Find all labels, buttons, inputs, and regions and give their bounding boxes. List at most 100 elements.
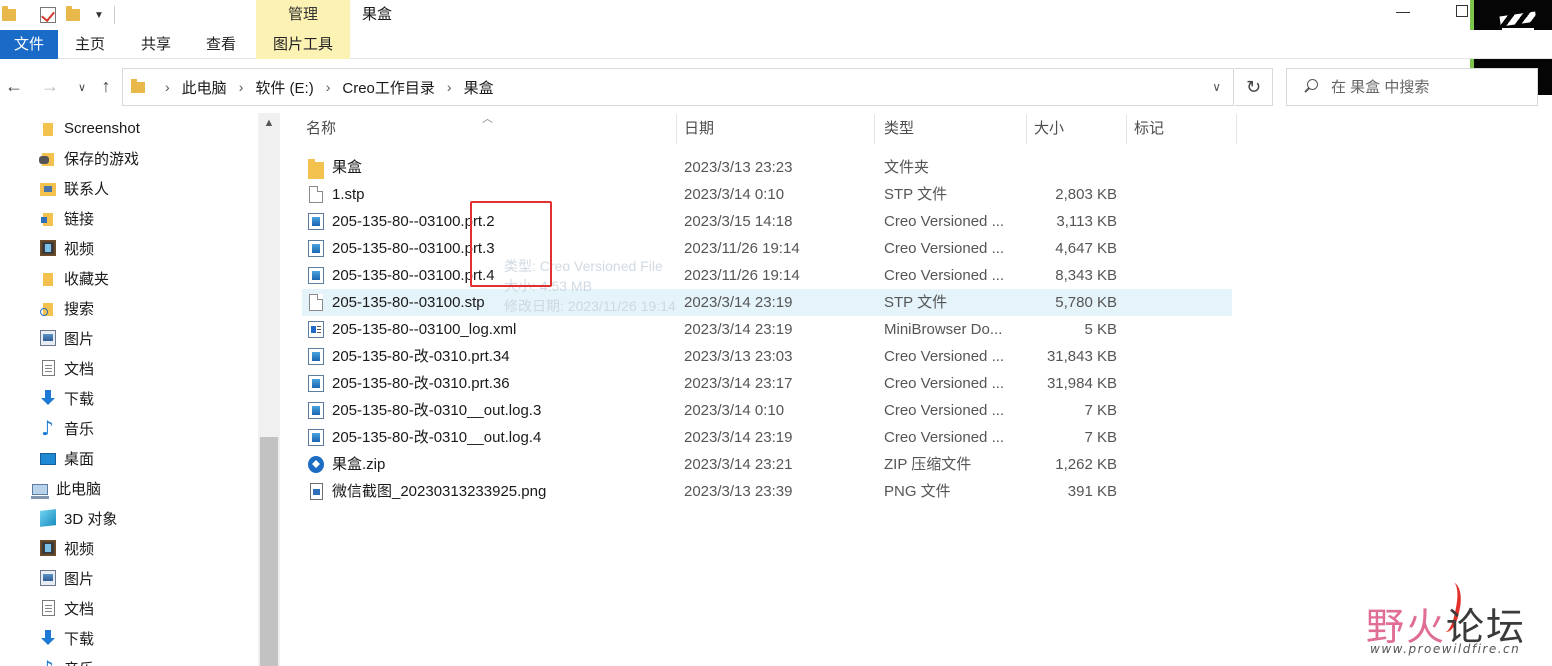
creo-file-icon xyxy=(308,348,324,365)
this-pc-icon xyxy=(31,483,49,499)
file-size: 5,780 KB xyxy=(1055,294,1117,311)
file-row[interactable]: 205-135-80-改-0310__out.log.4 2023/3/14 2… xyxy=(302,424,1232,451)
properties-icon[interactable] xyxy=(40,7,56,23)
tab-view[interactable]: 查看 xyxy=(193,30,249,59)
file-row[interactable]: 1.stp 2023/3/14 0:10 STP 文件 2,803 KB xyxy=(302,181,1232,208)
sidebar-item-label: 搜索 xyxy=(64,300,95,318)
pictures-icon xyxy=(40,570,56,586)
scroll-up-icon[interactable]: ▲ xyxy=(258,113,280,133)
sidebar-item-label: 此电脑 xyxy=(56,480,102,498)
sidebar-item-label: 收藏夹 xyxy=(64,270,110,288)
sidebar-item-this-pc[interactable]: 此电脑 xyxy=(31,473,290,503)
breadcrumb: › 此电脑 › 软件 (E:) › Creo工作目录 › 果盒 xyxy=(153,69,494,105)
file-size: 3,113 KB xyxy=(1056,213,1117,230)
documents-icon xyxy=(42,600,55,616)
scrollbar-thumb[interactable] xyxy=(260,437,278,666)
sidebar-item-label: 图片 xyxy=(64,330,95,348)
breadcrumb-current[interactable]: 果盒 xyxy=(464,77,494,98)
sidebar-item-label: 文档 xyxy=(64,360,95,378)
file-type: MiniBrowser Do... xyxy=(884,321,1003,338)
zip-file-icon xyxy=(308,456,324,473)
column-divider[interactable] xyxy=(1236,114,1237,144)
highlight-annotation xyxy=(470,201,552,287)
folder-icon xyxy=(43,122,53,136)
search-input[interactable] xyxy=(1331,69,1531,105)
maximize-button[interactable] xyxy=(1456,5,1468,17)
column-header-type[interactable]: 类型 xyxy=(880,114,1024,144)
column-header-tags[interactable]: 标记 xyxy=(1130,114,1234,144)
address-bar[interactable]: › 此电脑 › 软件 (E:) › Creo工作目录 › 果盒 ∨ xyxy=(122,68,1234,106)
toolbar-divider xyxy=(113,6,115,24)
file-row[interactable]: 205-135-80--03100_log.xml 2023/3/14 23:1… xyxy=(302,316,1232,343)
file-row[interactable]: 果盒 2023/3/13 23:23 文件夹 xyxy=(302,154,1232,181)
file-type: Creo Versioned ... xyxy=(884,375,1005,392)
manage-tab[interactable]: 管理 xyxy=(256,0,350,30)
sidebar-item-label: 下载 xyxy=(64,390,95,408)
file-type: Creo Versioned ... xyxy=(884,213,1005,230)
up-arrow-icon[interactable]: ↑ xyxy=(94,76,118,97)
breadcrumb-this-pc[interactable]: 此电脑 xyxy=(182,77,227,98)
breadcrumb-creo-workdir[interactable]: Creo工作目录 xyxy=(342,77,435,98)
file-name: 果盒 xyxy=(332,159,363,176)
minimize-button[interactable] xyxy=(1396,12,1410,13)
file-row[interactable]: 205-135-80--03100.prt.3 2023/11/26 19:14… xyxy=(302,235,1232,262)
file-row-selected[interactable]: 205-135-80--03100.stp 2023/3/14 23:19 ST… xyxy=(302,289,1232,316)
forward-arrow-icon[interactable]: → xyxy=(38,76,62,97)
tab-file[interactable]: 文件 xyxy=(0,30,58,59)
refresh-button[interactable]: ↻ xyxy=(1235,68,1273,106)
forum-watermark: 野火论坛 www.proewildfire.cn xyxy=(1366,580,1552,666)
file-row[interactable]: 果盒.zip 2023/3/14 23:21 ZIP 压缩文件 1,262 KB xyxy=(302,451,1232,478)
file-row[interactable]: 微信截图_20230313233925.png 2023/3/13 23:39 … xyxy=(302,478,1232,505)
folder-icon xyxy=(131,79,145,93)
file-name: 205-135-80-改-0310__out.log.3 xyxy=(332,402,542,419)
file-size: 1,262 KB xyxy=(1055,456,1117,473)
chevron-down-icon[interactable]: ∨ xyxy=(1212,80,1221,94)
file-row[interactable]: 205-135-80-改-0310.prt.36 2023/3/14 23:17… xyxy=(302,370,1232,397)
column-header-date[interactable]: 日期 xyxy=(680,114,874,144)
file-name: 微信截图_20230313233925.png xyxy=(332,483,547,500)
tooltip-line: 修改日期: 2023/11/26 19:14 xyxy=(504,298,676,314)
column-divider[interactable] xyxy=(676,114,677,144)
back-arrow-icon[interactable]: ← xyxy=(2,76,26,97)
chevron-right-icon[interactable]: › xyxy=(326,79,331,95)
new-folder-icon[interactable] xyxy=(66,6,80,21)
file-type: STP 文件 xyxy=(884,186,948,203)
tab-picture-tools[interactable]: 图片工具 xyxy=(256,30,350,59)
recent-locations-chevron-icon[interactable]: ∨ xyxy=(70,81,94,94)
file-date: 2023/3/14 23:17 xyxy=(684,375,793,392)
creo-file-icon xyxy=(308,267,324,284)
file-type: Creo Versioned ... xyxy=(884,267,1005,284)
file-name: 205-135-80-改-0310.prt.34 xyxy=(332,348,510,365)
file-size: 7 KB xyxy=(1084,402,1117,419)
column-header-size[interactable]: 大小 xyxy=(1030,114,1124,144)
creo-file-icon xyxy=(308,240,324,257)
chevron-right-icon[interactable]: › xyxy=(447,79,452,95)
file-row[interactable]: 205-135-80--03100.prt.4 2023/11/26 19:14… xyxy=(302,262,1232,289)
file-row[interactable]: 205-135-80--03100.prt.2 2023/3/15 14:18 … xyxy=(302,208,1232,235)
tab-home[interactable]: 主页 xyxy=(62,30,118,59)
column-header-name[interactable]: 名称 xyxy=(302,114,676,144)
column-divider[interactable] xyxy=(1026,114,1027,144)
file-type: Creo Versioned ... xyxy=(884,348,1005,365)
file-row[interactable]: 205-135-80-改-0310.prt.34 2023/3/13 23:03… xyxy=(302,343,1232,370)
column-divider[interactable] xyxy=(874,114,875,144)
chevron-right-icon[interactable]: › xyxy=(165,79,170,95)
file-date: 2023/3/14 23:19 xyxy=(684,429,793,446)
tab-share[interactable]: 共享 xyxy=(128,30,184,59)
chevron-right-icon[interactable]: › xyxy=(239,79,244,95)
column-divider[interactable] xyxy=(1126,114,1127,144)
search-box[interactable] xyxy=(1286,68,1538,106)
folder-icon[interactable] xyxy=(2,6,16,21)
search-icon xyxy=(1303,79,1318,93)
watermark-url: www.proewildfire.cn xyxy=(1370,642,1521,656)
breadcrumb-drive-e[interactable]: 软件 (E:) xyxy=(255,77,313,98)
file-date: 2023/3/14 0:10 xyxy=(684,402,785,419)
chevron-down-icon[interactable]: ▼ xyxy=(94,10,104,21)
sidebar-item-label: 桌面 xyxy=(64,450,95,468)
music-icon xyxy=(40,656,56,666)
file-name: 果盒.zip xyxy=(332,456,386,473)
file-row[interactable]: 205-135-80-改-0310__out.log.3 2023/3/14 0… xyxy=(302,397,1232,424)
sidebar-scrollbar[interactable]: ▲ xyxy=(258,113,280,666)
file-size: 4,647 KB xyxy=(1055,240,1117,257)
sidebar-item-label: 链接 xyxy=(64,210,95,228)
